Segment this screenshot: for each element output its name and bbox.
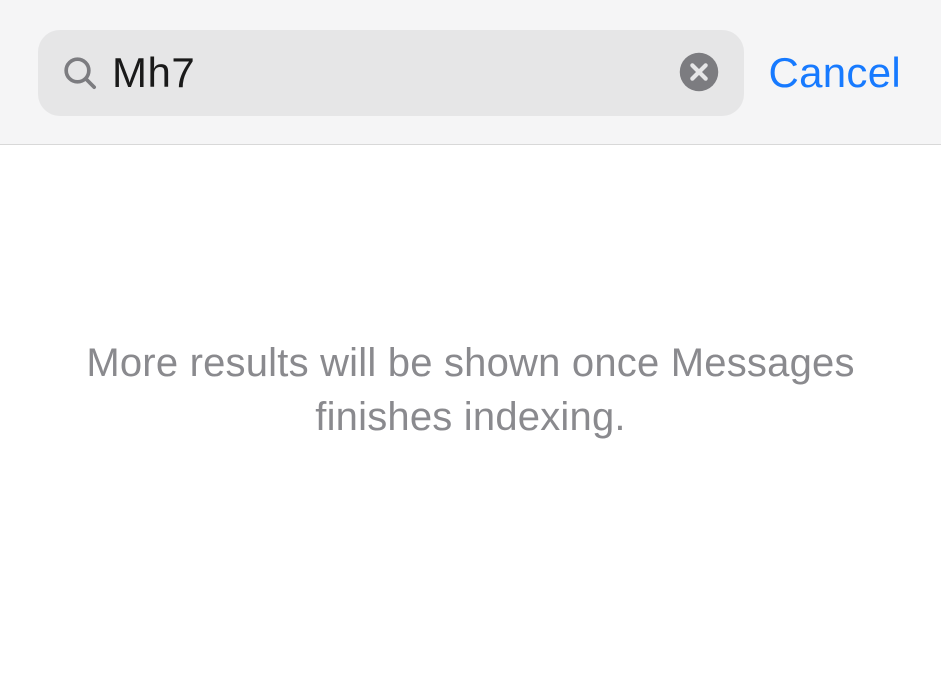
search-input[interactable] <box>112 49 676 97</box>
results-area: More results will be shown once Messages… <box>0 145 941 675</box>
cancel-button[interactable]: Cancel <box>764 49 911 97</box>
search-header: Cancel <box>0 0 941 145</box>
search-field[interactable] <box>38 30 744 116</box>
clear-icon <box>678 51 720 96</box>
search-icon <box>60 53 100 93</box>
clear-button[interactable] <box>676 50 722 96</box>
indexing-status-message: More results will be shown once Messages… <box>60 336 881 444</box>
